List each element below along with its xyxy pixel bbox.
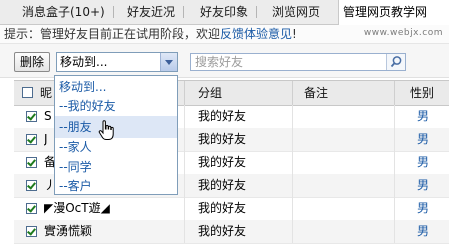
column-divider <box>292 174 293 197</box>
row-checkbox[interactable] <box>26 180 37 191</box>
chevron-down-icon[interactable] <box>160 53 177 71</box>
notice-suffix: ! <box>292 27 297 41</box>
row-gender: 男 <box>417 109 430 123</box>
row-group: 我的好友 <box>198 178 247 192</box>
header-name[interactable]: 昵 <box>40 81 52 105</box>
row-group: 我的好友 <box>198 155 247 169</box>
column-divider <box>184 197 185 220</box>
row-gender: 男 <box>417 178 430 192</box>
top-tab-bar: 消息盒子(10+) 好友近况 好友印象 浏览网页 管理网页教学网 <box>0 0 449 25</box>
table-row[interactable]: 實湧慌颖 我的好友 男 <box>14 220 449 244</box>
row-name: ◤漫OcT遊◢ <box>44 201 110 215</box>
row-gender: 男 <box>417 155 430 169</box>
search-button[interactable] <box>386 54 405 70</box>
column-divider <box>292 220 293 243</box>
move-option-my-friends[interactable]: --我的好友 <box>55 95 177 117</box>
column-divider <box>394 220 395 243</box>
row-group: 我的好友 <box>198 224 247 238</box>
hand-cursor-icon <box>98 120 114 140</box>
column-divider <box>394 128 395 151</box>
header-group[interactable]: 分组 <box>198 81 222 105</box>
search-friends-input[interactable]: 搜索好友 <box>190 53 406 71</box>
header-note[interactable]: 备注 <box>304 81 328 105</box>
row-name: 實湧慌颖 <box>44 224 93 238</box>
column-divider <box>184 174 185 197</box>
tab-manage[interactable]: 管理网页教学网 <box>338 0 449 25</box>
tab-browse-web[interactable]: 浏览网页 <box>272 0 320 24</box>
column-divider <box>184 151 185 174</box>
column-divider <box>184 128 185 151</box>
column-divider <box>394 174 395 197</box>
column-divider <box>292 105 293 128</box>
tab-message-box[interactable]: 消息盒子(10+) <box>22 0 114 24</box>
move-to-dropdown-list: 移动到... --我的好友 --朋友 --家人 --同学 --客户 <box>54 75 178 195</box>
notice-text: 提示：管理好友目前正在试用阶段，欢迎 <box>4 27 221 41</box>
column-divider <box>292 128 293 151</box>
search-placeholder: 搜索好友 <box>195 55 244 69</box>
row-checkbox[interactable] <box>26 157 37 168</box>
toolbar: 删除 移动到... 搜索好友 <box>0 44 449 78</box>
column-divider <box>292 151 293 174</box>
column-divider <box>184 220 185 243</box>
column-divider <box>394 197 395 220</box>
tab-manage-label: 管理网页教学网 <box>343 5 428 19</box>
row-group: 我的好友 <box>198 132 247 146</box>
table-row[interactable]: ◤漫OcT遊◢ 我的好友 男 <box>14 197 449 221</box>
column-divider <box>292 197 293 220</box>
column-divider <box>394 151 395 174</box>
watermark-url: www.webjx.com <box>363 28 443 38</box>
column-divider <box>184 81 185 105</box>
move-option-customers[interactable]: --客户 <box>55 175 177 197</box>
header-gender[interactable]: 性别 <box>410 81 434 105</box>
move-option-friends[interactable]: --朋友 <box>55 116 177 138</box>
column-divider <box>292 81 293 105</box>
move-option-family[interactable]: --家人 <box>55 136 177 158</box>
move-to-select[interactable]: 移动到... <box>56 52 178 72</box>
column-divider <box>394 81 395 105</box>
delete-button[interactable]: 删除 <box>14 52 50 72</box>
feedback-link[interactable]: 反馈体验意见 <box>220 27 292 41</box>
tab-friend-updates[interactable]: 好友近况 <box>127 0 185 24</box>
row-gender: 男 <box>417 132 430 146</box>
row-group: 我的好友 <box>198 201 247 215</box>
search-icon <box>390 56 402 68</box>
column-divider <box>184 105 185 128</box>
row-checkbox[interactable] <box>26 111 37 122</box>
select-all-checkbox[interactable] <box>22 87 33 98</box>
tab-friend-impressions[interactable]: 好友印象 <box>200 0 258 24</box>
row-gender: 男 <box>417 224 430 238</box>
row-group: 我的好友 <box>198 109 247 123</box>
row-gender: 男 <box>417 201 430 215</box>
row-checkbox[interactable] <box>26 226 37 237</box>
row-checkbox[interactable] <box>26 203 37 214</box>
row-checkbox[interactable] <box>26 134 37 145</box>
column-divider <box>394 105 395 128</box>
move-to-value: 移动到... <box>60 55 108 69</box>
